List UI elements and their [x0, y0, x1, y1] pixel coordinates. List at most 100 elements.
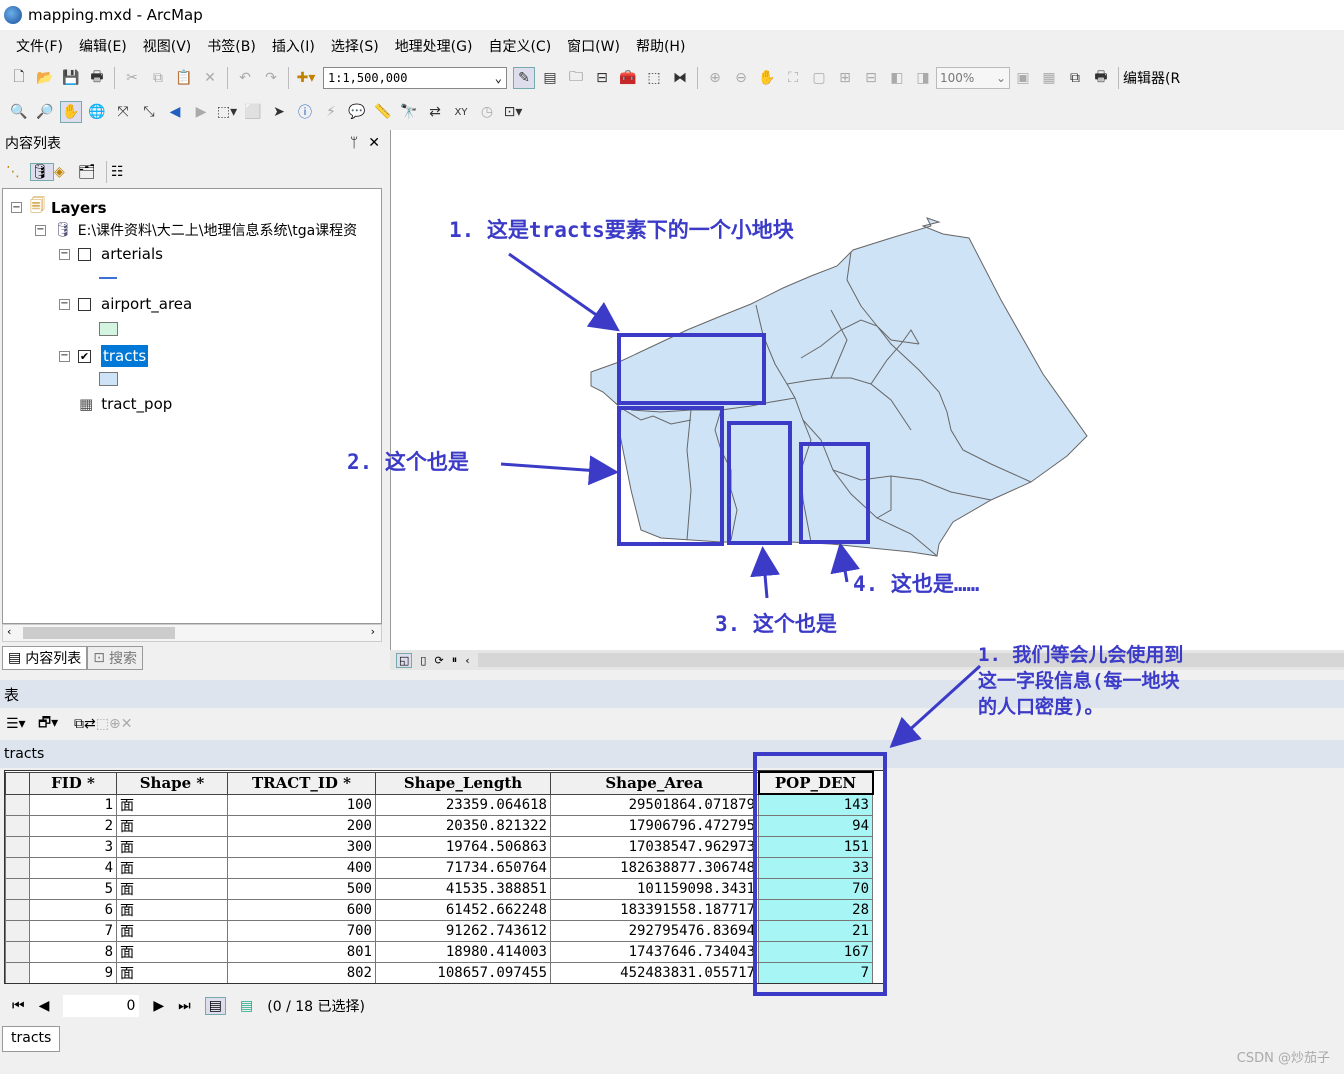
cell-shape-area[interactable]: 182638877.306748 [550, 856, 759, 879]
cell-shape-length[interactable]: 61452.662248 [375, 898, 551, 921]
menu-bookmarks[interactable]: 书签(B) [199, 36, 264, 56]
arctoolbox-icon[interactable]: 🧰 [617, 67, 639, 89]
cell-shape-length[interactable]: 19764.506863 [375, 835, 551, 858]
cell-shape-length[interactable]: 20350.821322 [375, 814, 551, 837]
row-selector[interactable] [5, 961, 30, 983]
tab-search[interactable]: ⊡ 搜索 [87, 646, 143, 670]
find-icon[interactable]: 🔭 [398, 101, 420, 123]
menu-geoprocessing[interactable]: 地理处理(G) [387, 36, 481, 56]
cell-fid[interactable]: 1 [29, 793, 117, 816]
cell-fid[interactable]: 3 [29, 835, 117, 858]
menu-view[interactable]: 视图(V) [135, 36, 200, 56]
row-selector[interactable] [5, 793, 30, 816]
open-icon[interactable]: 📂 [34, 67, 56, 89]
toc-layer-arterials[interactable]: − arterials [59, 245, 163, 263]
hyperlink-icon[interactable]: ⚡ [320, 101, 342, 123]
zoom-in-icon[interactable]: 🔍 [8, 101, 30, 123]
search-window-icon[interactable]: ⊟ [591, 67, 613, 89]
cell-shape[interactable]: 面 [116, 940, 228, 963]
current-record-field[interactable]: 0 [63, 995, 140, 1017]
cell-shape-area[interactable]: 17906796.472795 [550, 814, 759, 837]
collapse-icon[interactable]: − [11, 202, 22, 213]
menu-insert[interactable]: 插入(I) [264, 36, 323, 56]
row-selector[interactable] [5, 898, 30, 921]
select-features-icon[interactable]: ⬚▾ [216, 101, 238, 123]
measure-icon[interactable]: 📏 [372, 101, 394, 123]
cell-fid[interactable]: 7 [29, 919, 117, 942]
layout-zoom-combobox[interactable]: 100% ⌄ [936, 67, 1010, 89]
layout-zoom-in-icon[interactable]: ⊕ [704, 67, 726, 89]
cell-shape-area[interactable]: 17437646.734043 [550, 940, 759, 963]
layout-full-extent-icon[interactable]: ⛶ [782, 67, 804, 89]
python-window-icon[interactable]: ⬚ [643, 67, 665, 89]
options-icon[interactable]: ☷ [111, 164, 135, 180]
collapse-icon[interactable]: − [59, 248, 70, 260]
go-back-icon[interactable]: ◀ [164, 101, 186, 123]
cell-shape-area[interactable]: 17038547.962973 [550, 835, 759, 858]
table-of-contents-icon[interactable]: ▤ [539, 67, 561, 89]
last-record-icon[interactable]: ⏭ [178, 998, 191, 1014]
cell-shape[interactable]: 面 [116, 856, 228, 879]
new-document-icon[interactable]: 🗋 [8, 67, 30, 89]
go-to-xy-icon[interactable]: XY [450, 101, 472, 123]
fixed-zoom-out-icon[interactable]: ⤡ [138, 101, 160, 123]
close-icon[interactable]: ✕ [368, 135, 380, 151]
previous-record-icon[interactable]: ◀ [39, 998, 50, 1014]
cell-shape-area[interactable]: 292795476.83694 [550, 919, 759, 942]
column-header-shape[interactable]: Shape * [116, 771, 228, 795]
cell-tract-id[interactable]: 300 [227, 835, 376, 858]
cell-tract-id[interactable]: 500 [227, 877, 376, 900]
cell-fid[interactable]: 9 [29, 961, 117, 983]
cell-shape-length[interactable]: 41535.388851 [375, 877, 551, 900]
cell-shape-length[interactable]: 23359.064618 [375, 793, 551, 816]
toggle-draft-mode-icon[interactable]: ▣ [1012, 67, 1034, 89]
column-header-fid[interactable]: FID * [29, 771, 117, 795]
select-by-attributes-icon[interactable]: ⧉ [74, 716, 84, 732]
html-popup-icon[interactable]: 💬 [346, 101, 368, 123]
menu-windows[interactable]: 窗口(W) [559, 36, 628, 56]
cell-shape-area[interactable]: 183391558.187717 [550, 898, 759, 921]
collapse-icon[interactable]: − [59, 298, 70, 310]
cell-shape-length[interactable]: 71734.650764 [375, 856, 551, 879]
list-by-source-icon[interactable]: 🛢 [30, 163, 54, 181]
copy-icon[interactable]: ⧉ [147, 67, 169, 89]
clear-selection-icon[interactable]: ⬚ [96, 716, 109, 732]
editor-toolbar-icon[interactable]: ✎ [513, 67, 535, 89]
data-driven-pages-icon[interactable]: 🖶 [1090, 67, 1112, 89]
table-row[interactable]: 1 面 100 23359.064618 29501864.071879 143 [5, 793, 873, 816]
cell-shape[interactable]: 面 [116, 961, 228, 983]
layout-fixed-zoom-out-icon[interactable]: ⊟ [860, 67, 882, 89]
table-row[interactable]: 7 面 700 91262.743612 292795476.83694 21 [5, 919, 873, 942]
clear-selection-icon[interactable]: ⬜ [242, 101, 264, 123]
cell-shape-length[interactable]: 91262.743612 [375, 919, 551, 942]
cell-tract-id[interactable]: 400 [227, 856, 376, 879]
menu-customize[interactable]: 自定义(C) [480, 36, 559, 56]
cell-shape-length[interactable]: 108657.097455 [375, 961, 551, 983]
layer-visibility-checkbox[interactable] [78, 297, 91, 311]
column-header-shape-area[interactable]: Shape_Area [550, 771, 759, 795]
table-row[interactable]: 3 面 300 19764.506863 17038547.962973 151 [5, 835, 873, 858]
cell-fid[interactable]: 4 [29, 856, 117, 879]
cell-shape[interactable]: 面 [116, 919, 228, 942]
go-forward-icon[interactable]: ▶ [190, 101, 212, 123]
cell-shape[interactable]: 面 [116, 835, 228, 858]
scroll-right-icon[interactable]: › [371, 625, 375, 638]
switch-selection-icon[interactable]: ⇄ [84, 716, 96, 732]
toc-table-tract-pop[interactable]: ▦ tract_pop [79, 395, 172, 413]
pause-drawing-icon[interactable]: ⏸ [452, 653, 458, 667]
cell-tract-id[interactable]: 802 [227, 961, 376, 983]
list-by-visibility-icon[interactable]: ◈ [54, 164, 78, 180]
table-row[interactable]: 4 面 400 71734.650764 182638877.306748 33 [5, 856, 873, 879]
menu-help[interactable]: 帮助(H) [628, 36, 693, 56]
layout-fixed-zoom-in-icon[interactable]: ⊞ [834, 67, 856, 89]
scroll-left-icon[interactable]: ‹ [465, 654, 469, 667]
create-viewer-window-icon[interactable]: ⊡▾ [502, 101, 524, 123]
cell-shape[interactable]: 面 [116, 793, 228, 816]
pan-icon[interactable]: ✋ [60, 101, 82, 123]
zoom-to-selected-icon[interactable]: ⊕ [109, 716, 121, 732]
layout-zoom-100-icon[interactable]: ▢ [808, 67, 830, 89]
cell-shape-area[interactable]: 101159098.3431 [550, 877, 759, 900]
layout-zoom-out-icon[interactable]: ⊖ [730, 67, 752, 89]
cell-fid[interactable]: 2 [29, 814, 117, 837]
show-all-records-icon[interactable]: ▤ [204, 997, 227, 1015]
